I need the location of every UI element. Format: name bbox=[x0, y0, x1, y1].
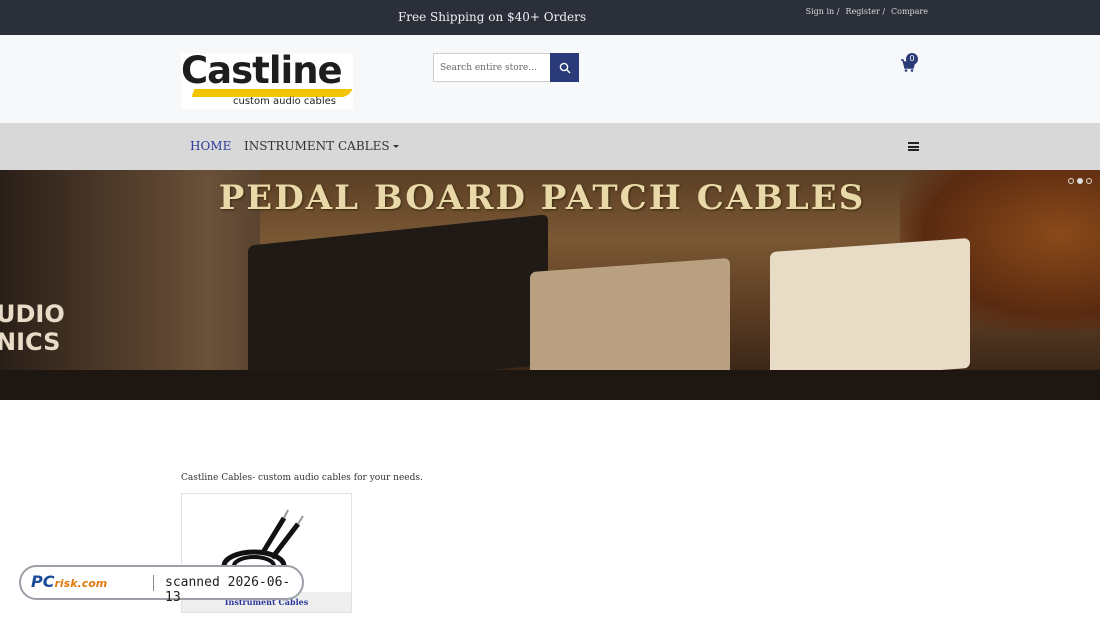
search-button[interactable] bbox=[550, 53, 579, 82]
intro-text: Castline Cables- custom audio cables for… bbox=[181, 473, 423, 483]
hero-title: PEDAL BOARD PATCH CABLES bbox=[218, 178, 866, 218]
chevron-down-icon bbox=[392, 145, 399, 148]
top-bar: Free Shipping on $40+ Orders Sign in / R… bbox=[0, 0, 1100, 35]
logo-tagline: custom audio cables bbox=[233, 96, 337, 107]
logo-wordmark: Castline bbox=[181, 49, 343, 92]
pcrisk-logo: PCrisk.com bbox=[31, 572, 107, 591]
sign-in-link[interactable]: Sign in / bbox=[806, 7, 840, 16]
castline-logo[interactable]: Castline custom audio cables bbox=[181, 49, 353, 109]
slider-dot-3[interactable] bbox=[1086, 178, 1092, 184]
slider-dot-2[interactable] bbox=[1077, 178, 1083, 184]
main-nav: HOME INSTRUMENT CABLES bbox=[0, 123, 1100, 170]
pedalboard-floor bbox=[0, 370, 1100, 400]
nav-instrument-label: INSTRUMENT CABLES bbox=[244, 139, 390, 153]
pcrisk-brand: PC bbox=[31, 572, 55, 591]
scan-stamp: scanned 2026-06-13 bbox=[165, 575, 291, 605]
pedal-image-3 bbox=[770, 238, 970, 382]
account-links: Sign in / Register / Compare bbox=[806, 7, 928, 16]
slider-dot-1[interactable] bbox=[1068, 178, 1074, 184]
pcrisk-watermark: PCrisk.com scanned 2026-06-13 bbox=[19, 565, 304, 605]
nav-instrument-cables[interactable]: INSTRUMENT CABLES bbox=[244, 139, 399, 153]
cart-count-badge: 0 bbox=[906, 53, 918, 65]
search-form bbox=[433, 53, 579, 82]
amp-text: UDIO NICS bbox=[0, 300, 65, 356]
compare-link[interactable]: Compare bbox=[891, 7, 928, 16]
nav-home[interactable]: HOME bbox=[190, 139, 231, 153]
hero-slider[interactable]: UDIO NICS PEDAL BOARD PATCH CABLES bbox=[0, 170, 1100, 400]
site-header: Castline custom audio cables 0 bbox=[0, 35, 1100, 123]
slider-dots bbox=[1068, 178, 1092, 184]
pedal-image-1 bbox=[248, 214, 548, 396]
hamburger-menu-icon[interactable] bbox=[908, 142, 919, 151]
search-icon bbox=[559, 62, 571, 74]
register-link[interactable]: Register / bbox=[845, 7, 885, 16]
watermark-divider bbox=[153, 575, 154, 591]
cart-button[interactable]: 0 bbox=[900, 53, 920, 73]
search-input[interactable] bbox=[433, 53, 550, 82]
pcrisk-brand-suffix: risk.com bbox=[54, 577, 108, 590]
